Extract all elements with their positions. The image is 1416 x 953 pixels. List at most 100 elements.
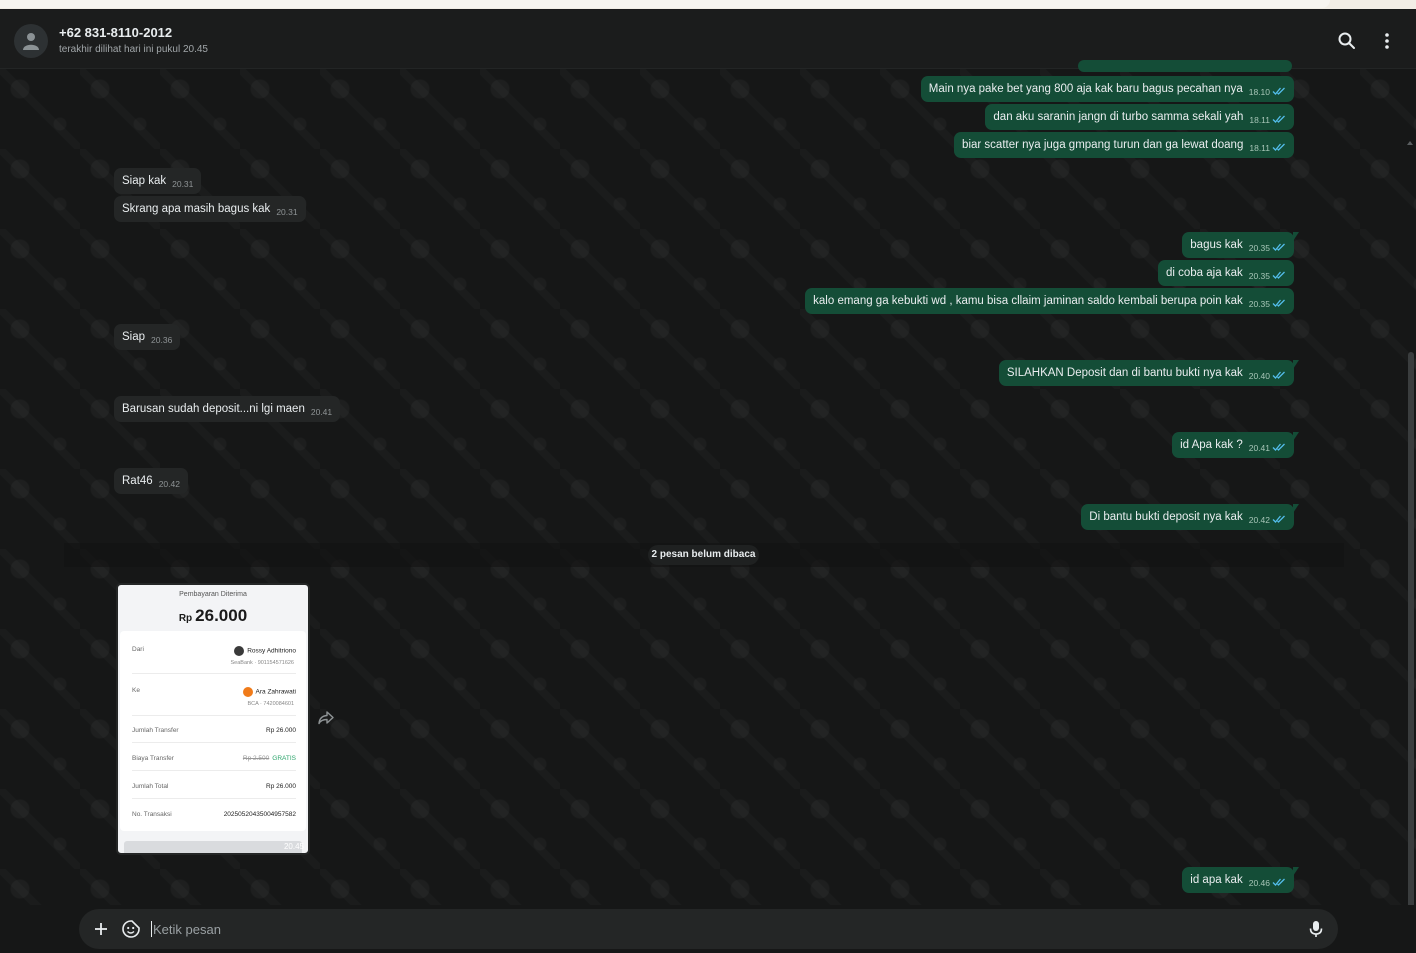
scrollbar-thumb[interactable] bbox=[1408, 352, 1414, 905]
double-check-icon bbox=[1272, 243, 1285, 251]
message-text: SILAHKAN Deposit dan di bantu bukti nya … bbox=[1006, 367, 1243, 379]
message-bubble-partial bbox=[1078, 60, 1292, 72]
browser-bar bbox=[0, 0, 1330, 8]
double-check-icon bbox=[1272, 143, 1285, 151]
receipt-amount-value: 26.000 bbox=[195, 606, 248, 625]
receipt-total-label: Jumlah Total bbox=[132, 783, 169, 790]
message-time: 20.42 bbox=[158, 479, 180, 489]
message-input[interactable] bbox=[151, 919, 1293, 939]
receipt-txn-value: 20250520435004957582 bbox=[223, 811, 296, 818]
receipt-from-account: SeaBank · 901154571626 bbox=[230, 660, 294, 666]
incoming-message-bubble[interactable]: Barusan sudah deposit...ni lgi maen 20.41 bbox=[114, 396, 341, 422]
message-time: 20.41 bbox=[310, 407, 333, 417]
microphone-icon[interactable] bbox=[1306, 919, 1326, 939]
incoming-message-bubble[interactable]: Siap kak 20.31 bbox=[114, 168, 202, 194]
outgoing-message-bubble[interactable]: Main nya pake bet yang 800 aja kak baru … bbox=[920, 76, 1294, 102]
message-text: Siap bbox=[122, 331, 146, 343]
outgoing-message-bubble[interactable]: kalo emang ga kebukti wd , kamu bisa cll… bbox=[805, 288, 1294, 314]
message-time: 20.46 bbox=[1248, 878, 1270, 888]
receipt-transfer-value: Rp 26.000 bbox=[266, 727, 296, 734]
message-time: 20.45 bbox=[283, 842, 304, 851]
message-text: Barusan sudah deposit...ni lgi maen bbox=[122, 403, 305, 415]
bubble-tail bbox=[1293, 360, 1299, 369]
message-time: 18.11 bbox=[1249, 115, 1270, 125]
message-text: id Apa kak ? bbox=[1180, 439, 1243, 451]
receipt-amount: Rp 26.000 bbox=[118, 606, 308, 626]
receipt-fee-label: Biaya Transfer bbox=[132, 755, 174, 762]
unread-divider: 2 pesan belum dibaca bbox=[648, 545, 759, 565]
browser-top-strip bbox=[0, 0, 1416, 9]
image-message-receipt[interactable]: Pembayaran Diterima Rp 26.000 Dari Rossy … bbox=[116, 583, 310, 855]
receipt-title: Pembayaran Diterima bbox=[179, 591, 247, 598]
incoming-message-bubble[interactable]: Skrang apa masih bagus kak 20.31 bbox=[114, 196, 306, 222]
person-icon bbox=[23, 33, 39, 50]
message-text: Di bantu bukti deposit nya kak bbox=[1089, 511, 1243, 523]
divider bbox=[132, 798, 296, 799]
receipt-fee-row: Biaya Transfer Rp 2.500 GRATIS bbox=[132, 755, 296, 762]
receipt-transfer-row: Jumlah Transfer Rp 26.000 bbox=[132, 727, 296, 734]
contact-name[interactable]: +62 831-8110-2012 bbox=[59, 25, 172, 40]
message-composer[interactable] bbox=[79, 909, 1338, 949]
receipt-to-name: Ara Zahrawati bbox=[255, 688, 296, 696]
outgoing-message-bubble[interactable]: SILAHKAN Deposit dan di bantu bukti nya … bbox=[998, 360, 1299, 386]
double-check-icon bbox=[1272, 515, 1285, 523]
receipt-txn-label: No. Transaksi bbox=[132, 811, 172, 818]
receipt-to-account: BCA · 7420084601 bbox=[247, 701, 294, 707]
bubble-tail bbox=[1293, 504, 1299, 513]
avatar[interactable] bbox=[14, 24, 48, 58]
receipt-txn-row: No. Transaksi 20250520435004957582 bbox=[132, 811, 296, 818]
search-icon[interactable] bbox=[1337, 31, 1357, 51]
outgoing-message-bubble[interactable]: biar scatter nya juga gmpang turun dan g… bbox=[954, 132, 1294, 158]
divider bbox=[132, 770, 296, 771]
message-time: 18.11 bbox=[1249, 143, 1270, 153]
message-time: 20.35 bbox=[1248, 271, 1270, 281]
message-time: 20.35 bbox=[1248, 299, 1270, 309]
double-check-icon bbox=[1272, 299, 1285, 307]
incoming-message-bubble[interactable]: Siap 20.36 bbox=[114, 324, 181, 350]
bubble-tail bbox=[1293, 867, 1299, 876]
recipient-avatar-icon bbox=[242, 687, 253, 697]
double-check-icon bbox=[1272, 115, 1285, 123]
incoming-message-bubble[interactable]: Rat46 20.42 bbox=[114, 468, 188, 494]
outgoing-message-bubble[interactable]: di coba aja kak 20.35 bbox=[1158, 260, 1294, 286]
divider bbox=[132, 742, 296, 743]
message-text: Main nya pake bet yang 800 aja kak baru … bbox=[928, 83, 1243, 95]
double-check-icon bbox=[1272, 271, 1285, 279]
double-check-icon bbox=[1272, 878, 1285, 886]
scroll-up-arrow[interactable] bbox=[1407, 141, 1413, 145]
outgoing-message-bubble[interactable]: Di bantu bukti deposit nya kak 20.42 bbox=[1081, 504, 1299, 530]
receipt-total-row: Jumlah Total Rp 26.000 bbox=[132, 783, 296, 790]
receipt-from-name: Rossy Adhitriono bbox=[247, 647, 296, 655]
message-text: kalo emang ga kebukti wd , kamu bisa cll… bbox=[813, 295, 1243, 307]
receipt-fee-value: GRATIS bbox=[272, 755, 296, 762]
receipt-currency: Rp bbox=[178, 613, 193, 624]
message-text: biar scatter nya juga gmpang turun dan g… bbox=[962, 139, 1244, 151]
divider bbox=[132, 673, 296, 674]
message-text: Skrang apa masih bagus kak bbox=[122, 203, 271, 215]
outgoing-message-bubble[interactable]: dan aku saranin jangn di turbo samma sek… bbox=[985, 104, 1294, 130]
receipt-from-label: Dari bbox=[132, 646, 144, 653]
divider bbox=[132, 715, 296, 716]
sticker-icon[interactable] bbox=[121, 919, 141, 939]
message-time: 20.31 bbox=[172, 179, 194, 189]
message-text: Rat46 bbox=[122, 475, 153, 487]
receipt-to-row: Ke Ara Zahrawati bbox=[132, 687, 296, 697]
sender-avatar-icon bbox=[234, 646, 245, 656]
message-time: 20.42 bbox=[1248, 515, 1270, 525]
message-time: 18.10 bbox=[1248, 87, 1270, 97]
outgoing-message-bubble[interactable]: id apa kak 20.46 bbox=[1182, 867, 1299, 893]
forward-icon[interactable] bbox=[318, 711, 334, 725]
receipt-from-row: Dari Rossy Adhitriono bbox=[132, 646, 296, 656]
outgoing-message-bubble[interactable]: id Apa kak ? 20.41 bbox=[1172, 432, 1299, 458]
plus-icon[interactable] bbox=[91, 919, 111, 939]
outgoing-message-bubble[interactable]: bagus kak 20.35 bbox=[1182, 232, 1299, 258]
receipt-to-label: Ke bbox=[132, 687, 140, 694]
message-time: 20.40 bbox=[1248, 371, 1270, 381]
more-vertical-icon[interactable] bbox=[1377, 31, 1397, 51]
bubble-tail bbox=[1293, 432, 1299, 441]
bubble-tail bbox=[1293, 232, 1299, 241]
message-time: 20.35 bbox=[1248, 243, 1270, 253]
message-text: bagus kak bbox=[1190, 239, 1243, 251]
double-check-icon bbox=[1272, 371, 1285, 379]
receipt-footer-button bbox=[124, 841, 302, 853]
